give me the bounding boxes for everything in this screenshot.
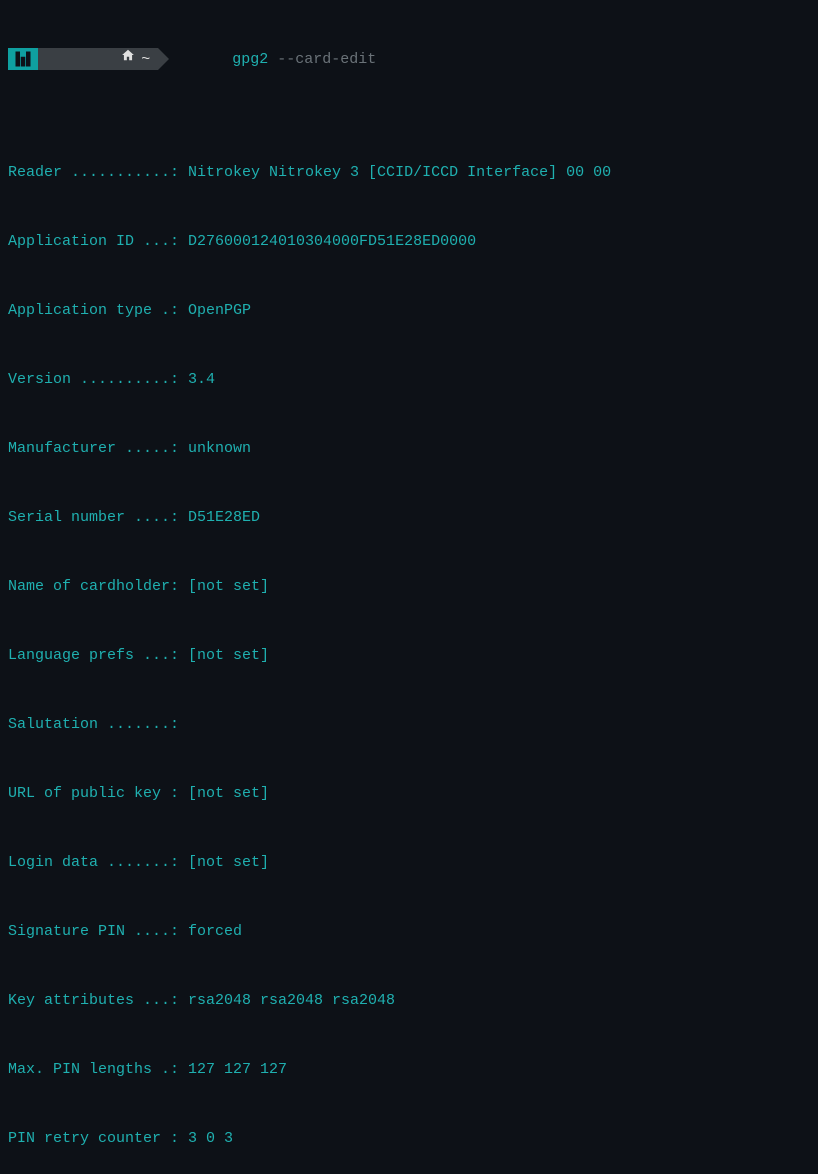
output-line: Reader ...........: Nitrokey Nitrokey 3 …	[8, 161, 810, 184]
output-line: Max. PIN lengths .: 127 127 127	[8, 1058, 810, 1081]
output-line: Application type .: OpenPGP	[8, 299, 810, 322]
output-line: PIN retry counter : 3 0 3	[8, 1127, 810, 1150]
output-line: Manufacturer .....: unknown	[8, 437, 810, 460]
command-args: --card-edit	[277, 51, 376, 68]
prompt-line: ~ gpg2 --card-edit	[8, 48, 810, 70]
output-line: Key attributes ...: rsa2048 rsa2048 rsa2…	[8, 989, 810, 1012]
cwd-segment: ~	[38, 48, 158, 70]
output-line: Login data .......: [not set]	[8, 851, 810, 874]
output-line: URL of public key : [not set]	[8, 782, 810, 805]
output-line: Salutation .......:	[8, 713, 810, 736]
output-line: Signature PIN ....: forced	[8, 920, 810, 943]
manjaro-logo-icon	[14, 50, 32, 68]
output-line: Application ID ...: D276000124010304000F…	[8, 230, 810, 253]
terminal[interactable]: ~ gpg2 --card-edit Reader ...........: N…	[0, 0, 818, 1174]
cwd-path: ~	[141, 48, 150, 71]
command: gpg2 --card-edit	[178, 25, 376, 94]
command-name: gpg2	[232, 51, 268, 68]
home-icon	[54, 25, 135, 94]
distro-logo-segment	[8, 48, 38, 70]
output-line: Language prefs ...: [not set]	[8, 644, 810, 667]
output-line: Serial number ....: D51E28ED	[8, 506, 810, 529]
output-line: Version ..........: 3.4	[8, 368, 810, 391]
